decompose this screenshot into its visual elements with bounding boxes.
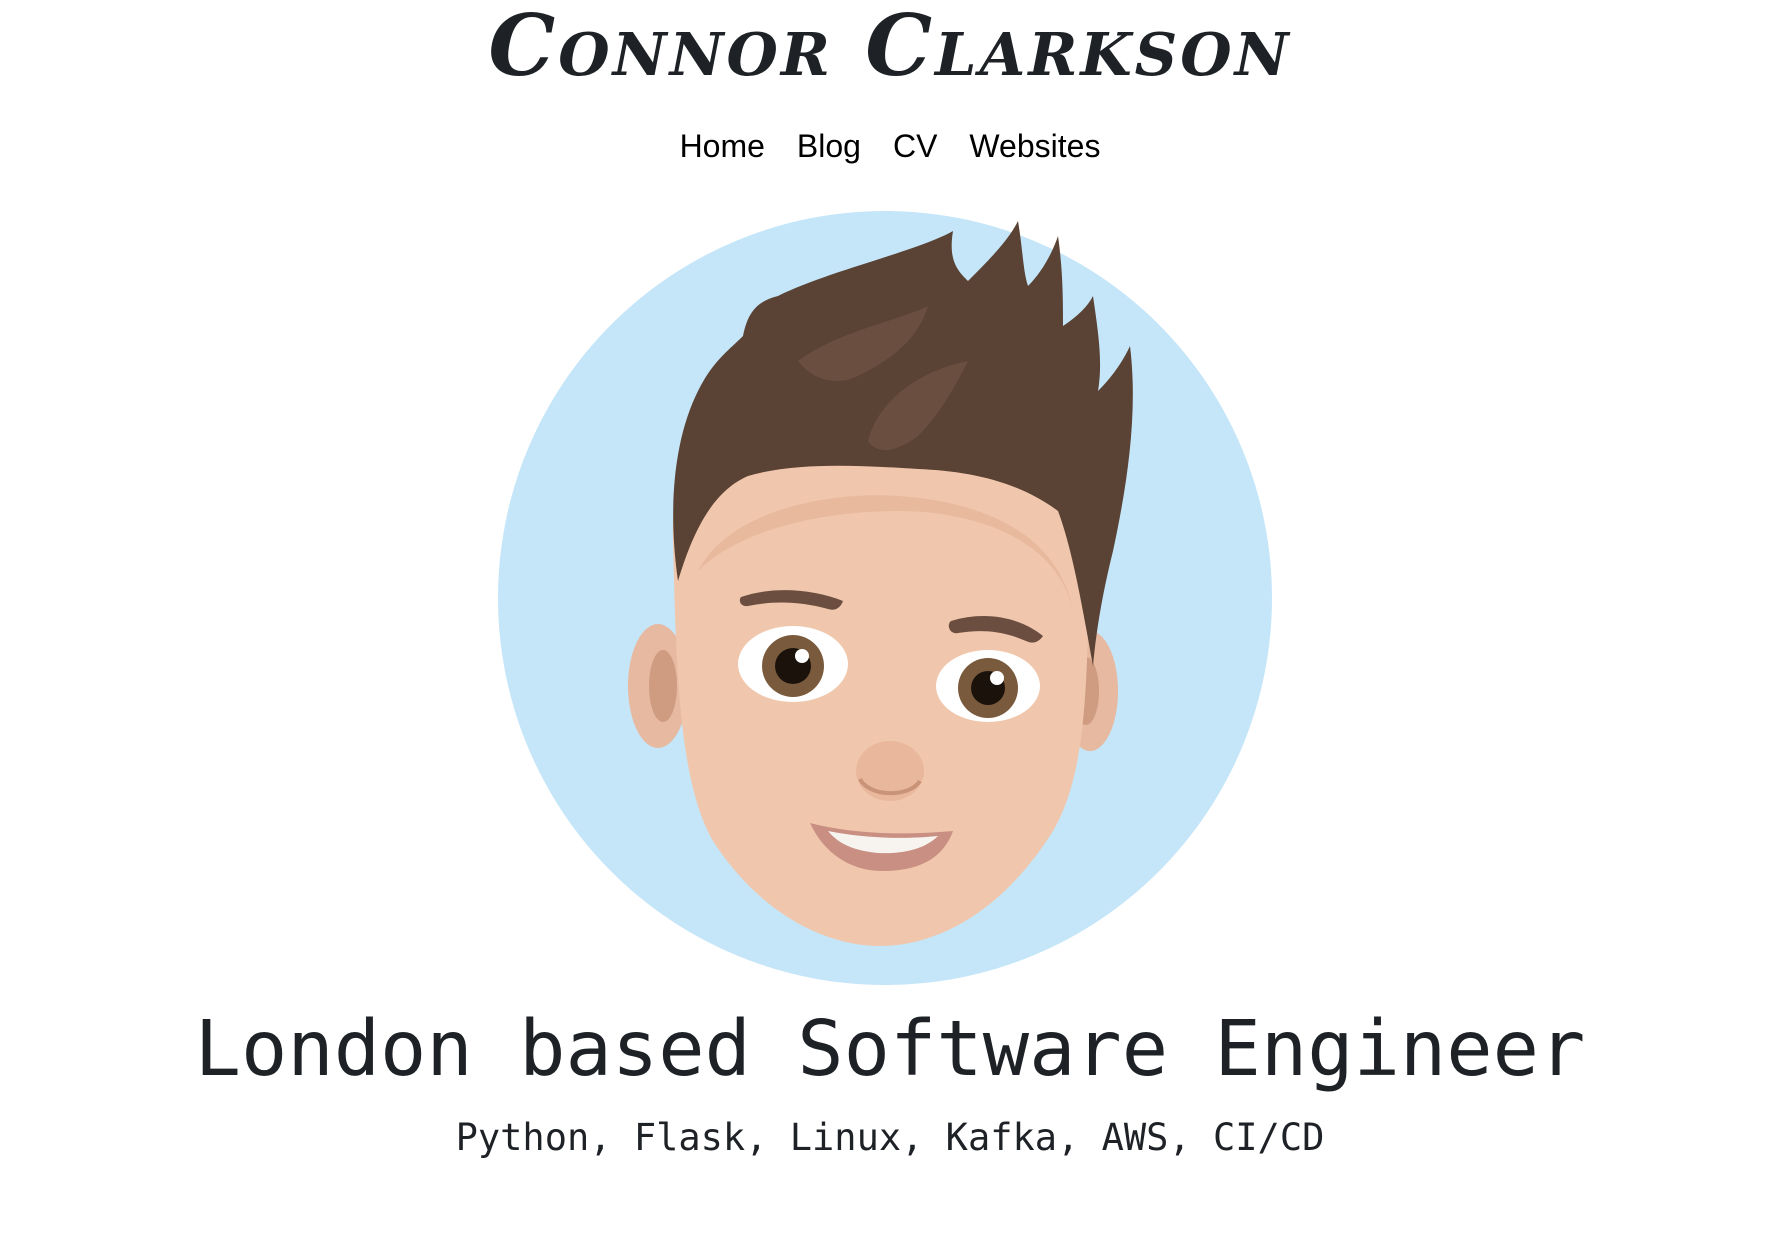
nav-home-link[interactable]: Home (680, 124, 765, 168)
main-nav: Home Blog CV Websites (0, 124, 1780, 168)
site-title[interactable]: Connor Clarkson (0, 0, 1780, 92)
nav-blog-link[interactable]: Blog (797, 124, 861, 168)
nav-websites-link[interactable]: Websites (969, 124, 1100, 168)
headline: London based Software Engineer (194, 1005, 1586, 1094)
nav-cv-link[interactable]: CV (893, 124, 937, 168)
avatar-image (498, 211, 1272, 985)
page: Connor Clarkson Home Blog CV Websites Lo… (0, 0, 1780, 1248)
skills-list: Python, Flask, Linux, Kafka, AWS, CI/CD (455, 1116, 1325, 1159)
